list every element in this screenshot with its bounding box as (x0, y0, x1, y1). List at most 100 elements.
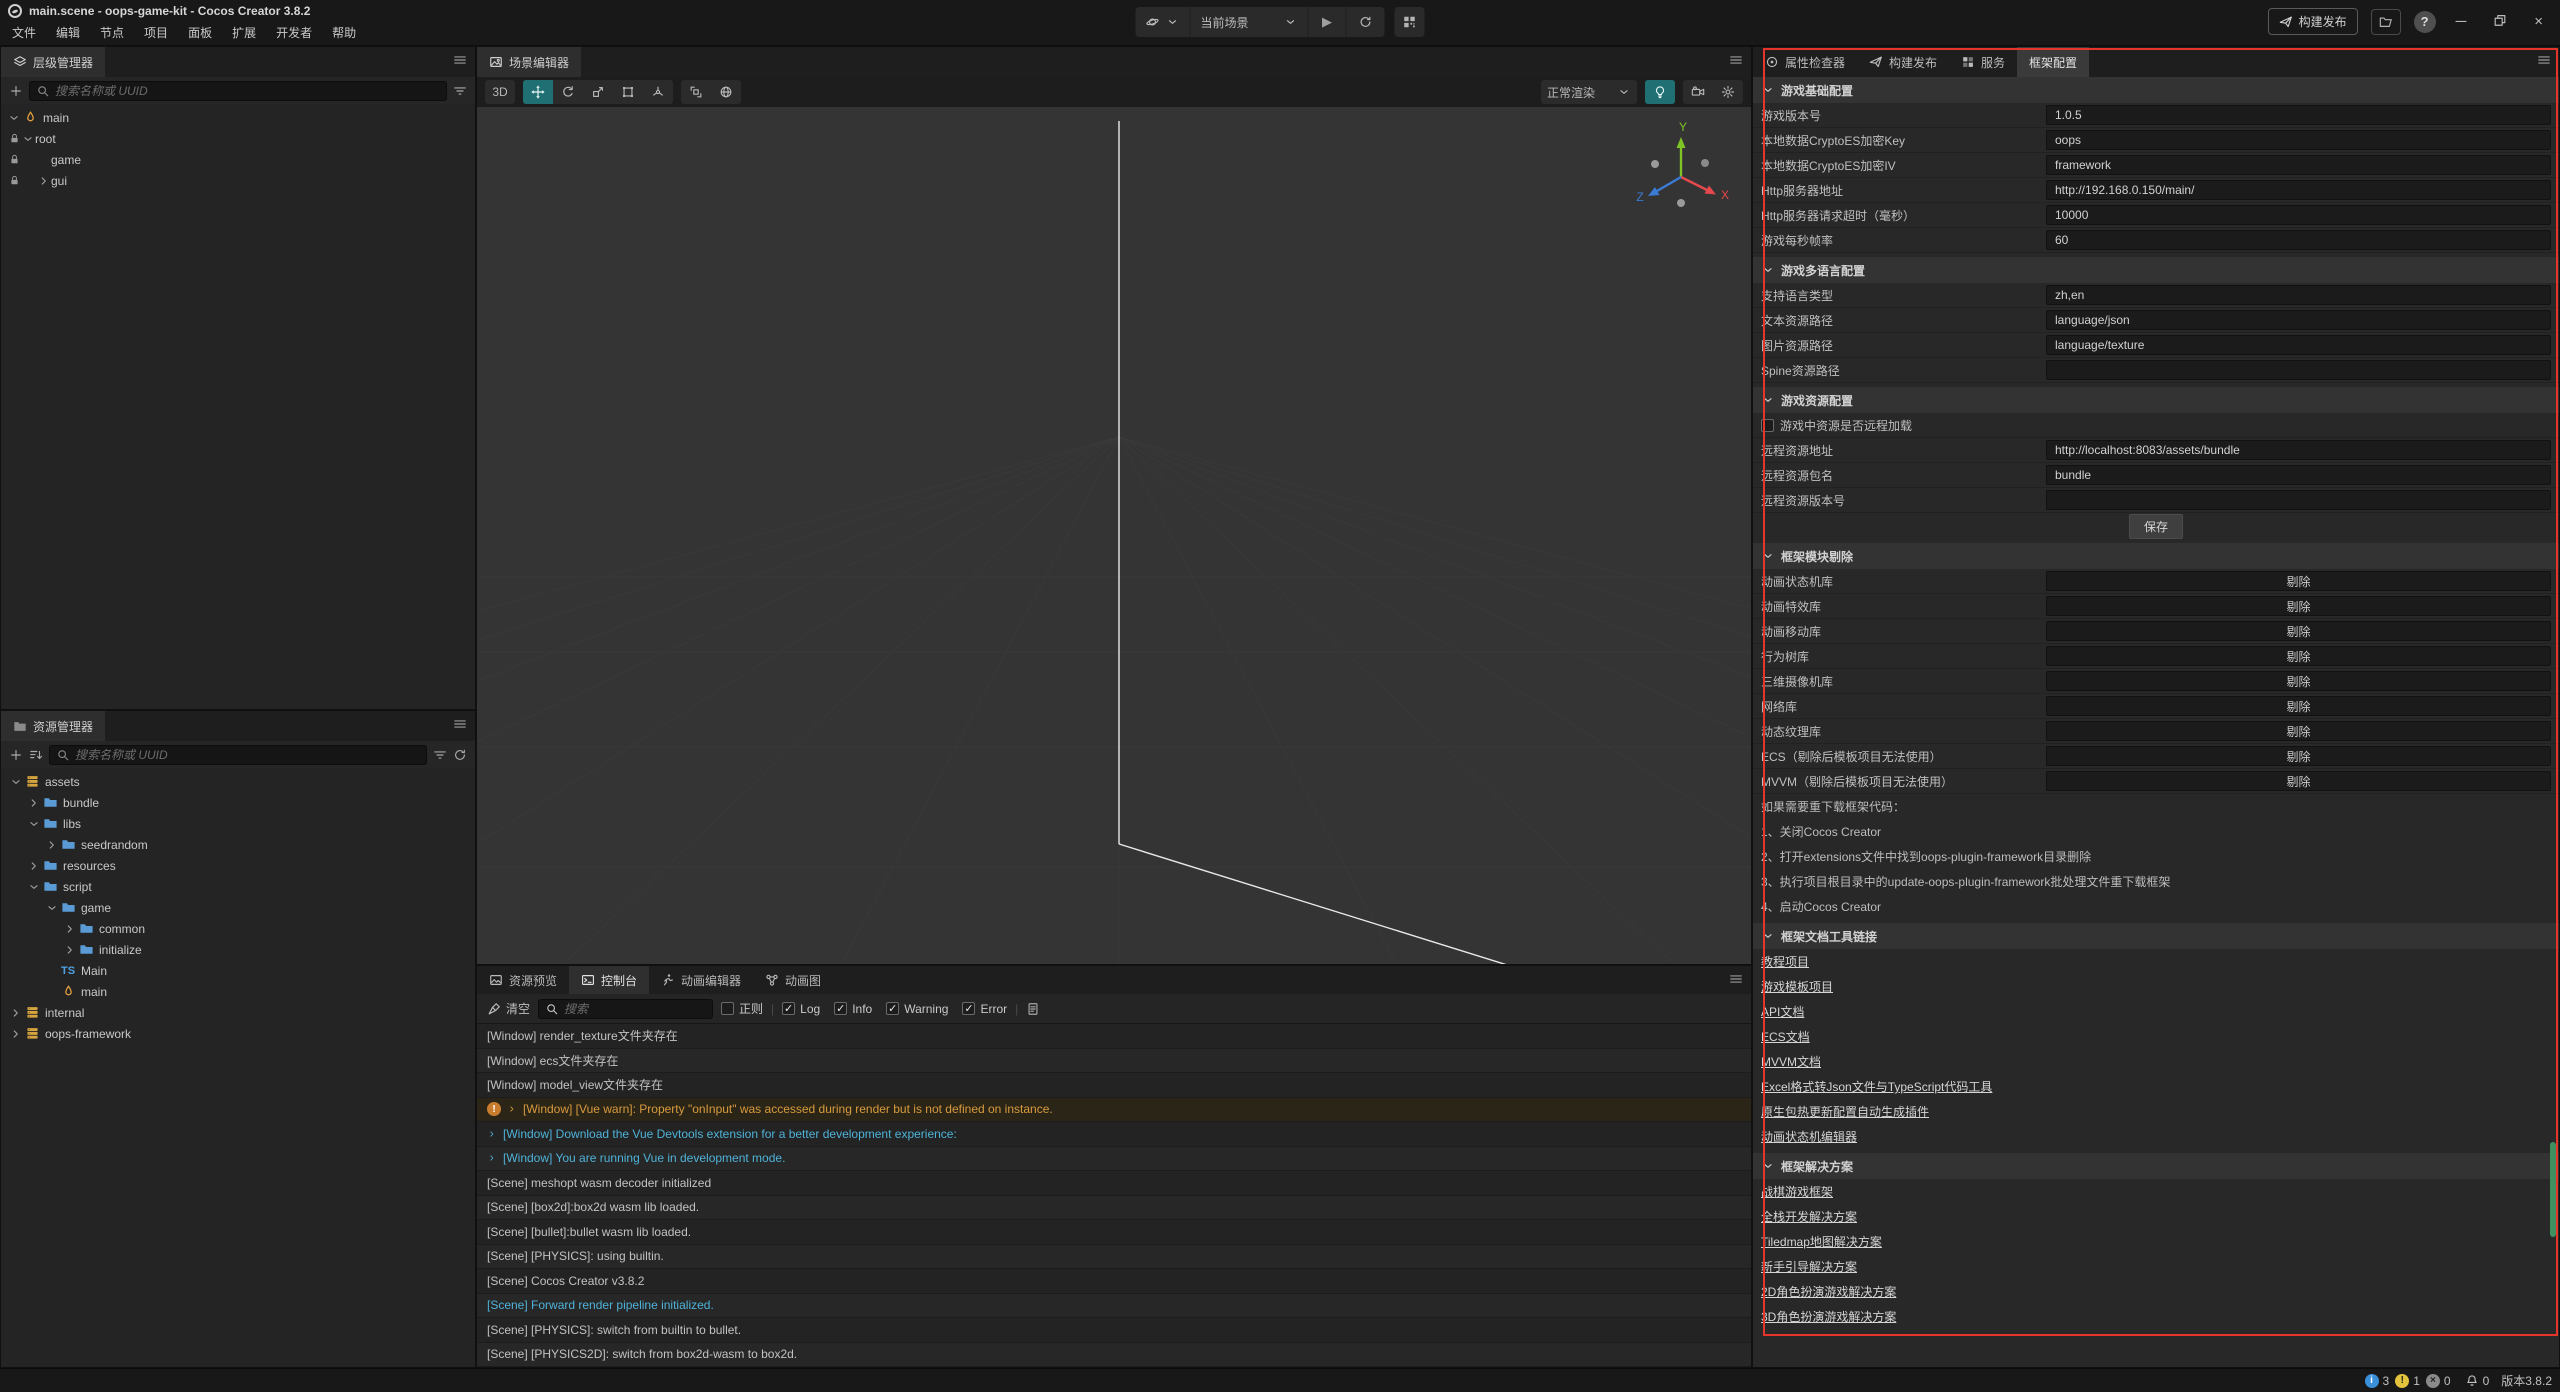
inspector-tab-构建发布[interactable]: 构建发布 (1857, 47, 1949, 77)
clear-console-button[interactable]: 清空 (487, 1000, 530, 1017)
log-entry[interactable]: [Scene] [bullet]:bullet wasm lib loaded. (477, 1220, 1751, 1245)
section-header[interactable]: 框架文档工具链接 (1753, 923, 2559, 949)
scale-tool-button[interactable] (583, 80, 613, 104)
scene-settings-button[interactable] (1713, 80, 1743, 104)
asset-node[interactable]: assets (1, 771, 475, 792)
inspector-tab-属性检查器[interactable]: 属性检查器 (1753, 47, 1857, 77)
remove-module-button[interactable]: 剔除 (2046, 646, 2551, 666)
rotate-tool-button[interactable] (553, 80, 583, 104)
remove-module-button[interactable]: 剔除 (2046, 671, 2551, 691)
asset-node[interactable]: common (1, 918, 475, 939)
doc-link[interactable]: 2D角色扮演游戏解决方案 (1761, 1283, 1896, 1300)
section-header[interactable]: 框架解决方案 (1753, 1153, 2559, 1179)
render-mode-dropdown[interactable]: 正常渲染 (1541, 80, 1637, 104)
scene-menu-icon[interactable] (1729, 53, 1743, 67)
window-close-button[interactable]: × (2527, 13, 2550, 30)
regex-checkbox[interactable] (721, 1002, 734, 1015)
doc-link[interactable]: API文档 (1761, 1003, 1804, 1020)
config-input[interactable] (2046, 465, 2551, 485)
tab-assets[interactable]: 资源管理器 (1, 711, 105, 741)
refresh-assets-icon[interactable] (453, 748, 467, 762)
console-tab-动画图[interactable]: 动画图 (753, 966, 833, 994)
section-header[interactable]: 框架模块剔除 (1753, 543, 2559, 569)
console-search-input[interactable] (564, 1002, 706, 1016)
pivot-button[interactable] (681, 80, 711, 104)
filter-Error[interactable]: Error (962, 1002, 1007, 1016)
chevron-right-icon[interactable] (27, 859, 41, 873)
expand-arrow-icon[interactable] (487, 1127, 497, 1141)
menu-item[interactable]: 编辑 (46, 20, 90, 45)
config-input[interactable] (2046, 440, 2551, 460)
log-entry[interactable]: [Scene] meshopt wasm decoder initialized (477, 1171, 1751, 1196)
remove-module-button[interactable]: 剔除 (2046, 696, 2551, 716)
log-entry[interactable]: [Scene] [PHYSICS2D]: switch from box2d-w… (477, 1343, 1751, 1368)
log-entry[interactable]: [Window] Download the Vue Devtools exten… (477, 1122, 1751, 1147)
console-tab-控制台[interactable]: 控制台 (569, 966, 649, 994)
assets-filter-icon[interactable] (433, 748, 447, 762)
hierarchy-filter-icon[interactable] (453, 84, 467, 98)
asset-node[interactable]: internal (1, 1002, 475, 1023)
log-entry[interactable]: [Scene] [PHYSICS]: switch from builtin t… (477, 1318, 1751, 1343)
coordinate-button[interactable] (711, 80, 741, 104)
asset-node[interactable]: bundle (1, 792, 475, 813)
log-entry[interactable]: [Window] render_texture文件夹存在 (477, 1024, 1751, 1049)
log-entry[interactable]: [Window] model_view文件夹存在 (477, 1073, 1751, 1098)
log-entry[interactable]: [Scene] Forward render pipeline initiali… (477, 1294, 1751, 1319)
asset-node[interactable]: game (1, 897, 475, 918)
hierarchy-node[interactable]: root (1, 128, 475, 149)
preview-target-button[interactable] (1136, 7, 1191, 37)
filter-Info[interactable]: Info (834, 1002, 872, 1016)
doc-link[interactable]: 战棋游戏框架 (1761, 1183, 1833, 1200)
inspector-menu-icon[interactable] (2537, 53, 2551, 67)
chevron-down-icon[interactable] (7, 111, 21, 125)
section-header[interactable]: 游戏基础配置 (1753, 77, 2559, 103)
warning-count[interactable]: ! 1 (2395, 1374, 2420, 1388)
add-node-button[interactable] (9, 84, 23, 98)
asset-node[interactable]: seedrandom (1, 834, 475, 855)
hierarchy-node[interactable]: gui (1, 170, 475, 191)
add-asset-button[interactable] (9, 748, 23, 762)
build-publish-button[interactable]: 构建发布 (2268, 8, 2358, 35)
hierarchy-menu-icon[interactable] (453, 53, 467, 67)
assets-menu-icon[interactable] (453, 717, 467, 731)
asset-node[interactable]: script (1, 876, 475, 897)
asset-node[interactable]: initialize (1, 939, 475, 960)
remove-module-button[interactable]: 剔除 (2046, 621, 2551, 641)
config-scrollbar-thumb[interactable] (2550, 1142, 2556, 1237)
filter-checkbox[interactable] (962, 1002, 975, 1015)
log-entry[interactable]: [Window] You are running Vue in developm… (477, 1147, 1751, 1172)
log-entry[interactable]: [Scene] [box2d]:box2d wasm lib loaded. (477, 1196, 1751, 1221)
chevron-down-icon[interactable] (9, 775, 23, 789)
filter-Warning[interactable]: Warning (886, 1002, 948, 1016)
config-input[interactable] (2046, 360, 2551, 380)
config-input[interactable] (2046, 490, 2551, 510)
scene-viewport[interactable]: Y X Z (477, 107, 1751, 964)
console-tab-资源预览[interactable]: 资源预览 (477, 966, 569, 994)
config-input[interactable] (2046, 130, 2551, 150)
filter-checkbox[interactable] (886, 1002, 899, 1015)
scene-select-dropdown[interactable]: 当前场景 (1191, 7, 1309, 37)
doc-link[interactable]: 全栈开发解决方案 (1761, 1208, 1857, 1225)
menu-item[interactable]: 开发者 (266, 20, 322, 45)
chevron-right-icon[interactable] (37, 174, 51, 188)
mode-3d-button[interactable]: 3D (485, 80, 515, 104)
preview-qr-button[interactable] (1395, 7, 1425, 37)
inspector-tab-框架配置[interactable]: 框架配置 (2017, 47, 2089, 77)
chevron-down-icon[interactable] (21, 132, 35, 146)
tab-hierarchy[interactable]: 层级管理器 (1, 47, 105, 77)
info-count[interactable]: i 3 (2365, 1374, 2390, 1388)
chevron-right-icon[interactable] (45, 838, 59, 852)
window-maximize-button[interactable] (2486, 13, 2514, 31)
remove-module-button[interactable]: 剔除 (2046, 571, 2551, 591)
remove-module-button[interactable]: 剔除 (2046, 746, 2551, 766)
chevron-down-icon[interactable] (27, 880, 41, 894)
filter-Log[interactable]: Log (782, 1002, 820, 1016)
menu-item[interactable]: 帮助 (322, 20, 366, 45)
log-entry[interactable]: [Scene] Cocos Creator v3.8.2 (477, 1269, 1751, 1294)
section-header[interactable]: 游戏资源配置 (1753, 387, 2559, 413)
inspector-tab-服务[interactable]: 服务 (1949, 47, 2017, 77)
doc-link[interactable]: 3D角色扮演游戏解决方案 (1761, 1308, 1896, 1325)
filter-checkbox[interactable] (834, 1002, 847, 1015)
save-button[interactable]: 保存 (2129, 514, 2183, 539)
notification-count[interactable]: 0 (2465, 1374, 2490, 1388)
